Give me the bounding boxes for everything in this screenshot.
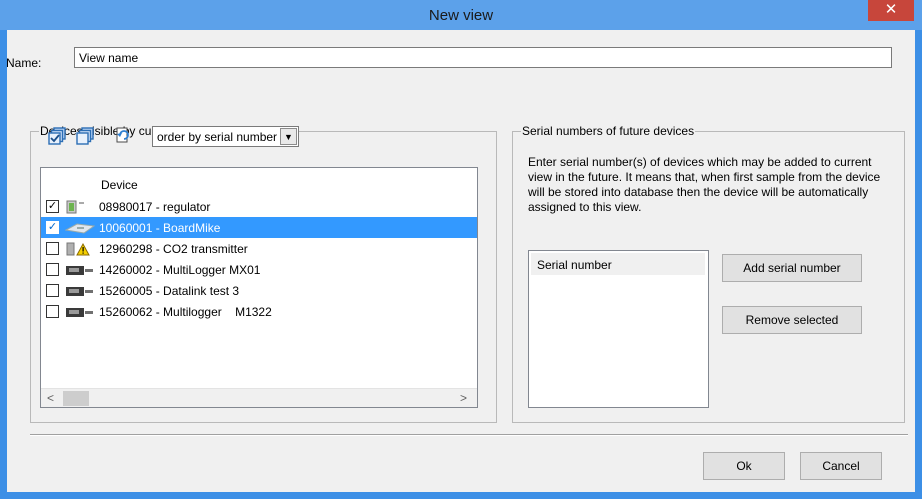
- name-input[interactable]: [74, 47, 892, 68]
- device-label: 14260002 - MultiLogger MX01: [99, 263, 261, 277]
- dialog-title: New view: [428, 7, 494, 24]
- footer-separator: [30, 434, 908, 436]
- device-row-3[interactable]: 12960298 - CO2 transmitter: [41, 238, 477, 259]
- chevron-down-icon[interactable]: ▼: [280, 128, 297, 145]
- device-label: 08980017 - regulator: [99, 200, 211, 214]
- board-icon: [65, 223, 95, 234]
- refresh-icon[interactable]: [114, 126, 132, 144]
- device-list[interactable]: Device ✓ 08980017 - regulator ✓ 10060001…: [40, 167, 478, 408]
- cancel-button[interactable]: Cancel: [800, 452, 882, 480]
- device-checkbox[interactable]: [46, 284, 59, 297]
- device-row-2[interactable]: ✓ 10060001 - BoardMike: [41, 217, 477, 238]
- device-row-5[interactable]: 15260005 - Datalink test 3: [41, 280, 477, 301]
- warning-device-icon: [66, 242, 90, 256]
- order-select[interactable]: order by serial number ▼: [152, 126, 299, 147]
- logger-icon: [66, 287, 93, 296]
- logger-icon: [66, 308, 93, 317]
- device-checkbox[interactable]: [46, 263, 59, 276]
- horizontal-scrollbar[interactable]: < >: [41, 388, 477, 407]
- scroll-right-icon[interactable]: >: [460, 391, 467, 405]
- logger-icon: [66, 266, 93, 275]
- device-row-4[interactable]: 14260002 - MultiLogger MX01: [41, 259, 477, 280]
- regulator-icon: [66, 200, 84, 214]
- add-serial-button[interactable]: Add serial number: [722, 254, 862, 282]
- device-label: 15260005 - Datalink test 3: [99, 284, 240, 298]
- scroll-left-icon[interactable]: <: [47, 391, 54, 405]
- device-checkbox[interactable]: ✓: [46, 221, 59, 234]
- title-bar[interactable]: New view ✕: [0, 0, 922, 30]
- remove-selected-button[interactable]: Remove selected: [722, 306, 862, 334]
- order-select-value: order by serial number: [157, 130, 278, 144]
- name-label: Name:: [6, 56, 42, 70]
- device-column-header[interactable]: Device: [101, 178, 138, 192]
- device-label: 15260062 - Multilogger M1322: [99, 305, 272, 319]
- device-checkbox[interactable]: [46, 305, 59, 318]
- device-row-1[interactable]: ✓ 08980017 - regulator: [41, 196, 477, 217]
- scroll-thumb[interactable]: [63, 391, 89, 406]
- close-button[interactable]: ✕: [868, 0, 914, 21]
- serial-number-header[interactable]: Serial number: [531, 253, 705, 275]
- uncheck-all-icon[interactable]: [76, 127, 94, 145]
- check-all-icon[interactable]: [48, 127, 66, 145]
- device-label: 12960298 - CO2 transmitter: [99, 242, 248, 256]
- device-checkbox[interactable]: [46, 242, 59, 255]
- device-row-6[interactable]: 15260062 - Multilogger M1322: [41, 301, 477, 322]
- serial-number-list[interactable]: Serial number: [528, 250, 709, 408]
- device-checkbox[interactable]: ✓: [46, 200, 59, 213]
- serials-group-legend: Serial numbers of future devices: [521, 124, 696, 138]
- ok-button[interactable]: Ok: [703, 452, 785, 480]
- device-label: 10060001 - BoardMike: [99, 221, 221, 235]
- serials-description: Enter serial number(s) of devices which …: [528, 155, 881, 214]
